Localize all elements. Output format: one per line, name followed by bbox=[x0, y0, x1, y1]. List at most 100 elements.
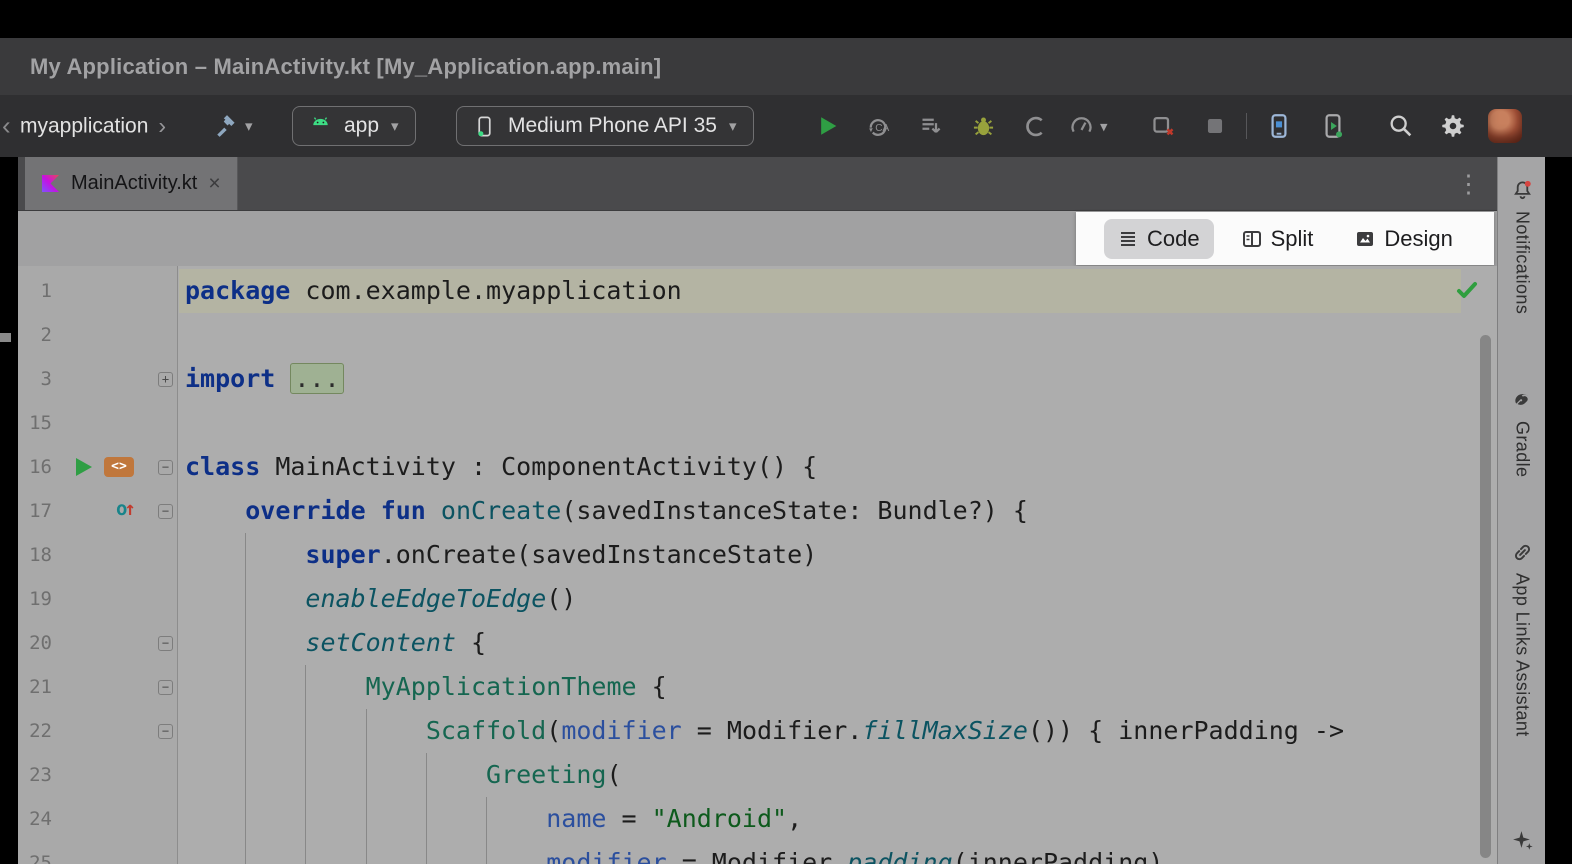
gutter-row[interactable]: 19 bbox=[18, 577, 177, 621]
caret-down-icon: ▾ bbox=[1100, 117, 1108, 135]
caret-down-icon: ▾ bbox=[391, 117, 399, 135]
main-toolbar: ‹ myapplication › ▾ app ▾ bbox=[0, 95, 1572, 157]
kotlin-class-gutter-icon[interactable]: <> bbox=[104, 457, 134, 477]
tab-mainactivity[interactable]: MainActivity.kt × bbox=[25, 157, 238, 210]
gutter-row[interactable]: 16 <> − bbox=[18, 445, 177, 489]
code-line[interactable]: MyApplicationTheme { bbox=[179, 665, 1497, 709]
more-options-icon[interactable]: ⋮ bbox=[1456, 169, 1481, 199]
profiler-button[interactable]: ▾ bbox=[1068, 113, 1108, 140]
code-line[interactable]: override fun onCreate(savedInstanceState… bbox=[179, 489, 1497, 533]
line-number[interactable]: 22 bbox=[18, 709, 52, 753]
running-devices-button[interactable] bbox=[1316, 109, 1350, 143]
gutter-row[interactable]: 2 bbox=[18, 313, 177, 357]
line-number[interactable]: 23 bbox=[18, 753, 52, 797]
line-number[interactable]: 24 bbox=[18, 797, 52, 841]
line-number[interactable]: 25 bbox=[18, 841, 52, 864]
gutter-row[interactable]: 18 bbox=[18, 533, 177, 577]
device-manager-icon bbox=[1265, 112, 1293, 140]
gutter-row[interactable]: 1 bbox=[18, 269, 177, 313]
code-line[interactable]: enableEdgeToEdge() bbox=[179, 577, 1497, 621]
sparkle-icon bbox=[1511, 829, 1534, 852]
line-number[interactable]: 1 bbox=[18, 269, 52, 313]
android-icon bbox=[309, 115, 332, 138]
gutter-row[interactable]: 20 − bbox=[18, 621, 177, 665]
code-editor[interactable]: 123+1516<>−17o↑−181920−21−22−232425 pack… bbox=[18, 266, 1497, 864]
code-line[interactable]: name = "Android", bbox=[179, 797, 1497, 841]
attach-debugger-button[interactable] bbox=[1146, 109, 1180, 143]
caret-down-icon: ▾ bbox=[245, 117, 253, 135]
search-button[interactable] bbox=[1384, 109, 1418, 143]
fold-toggle[interactable]: − bbox=[158, 504, 173, 519]
stop-button[interactable] bbox=[1198, 109, 1232, 143]
gutter-row[interactable]: 25 bbox=[18, 841, 177, 864]
project-breadcrumb[interactable]: myapplication › bbox=[20, 113, 166, 140]
device-manager-button[interactable] bbox=[1262, 109, 1296, 143]
inspections-passed-icon[interactable] bbox=[1455, 278, 1479, 302]
line-number[interactable]: 3 bbox=[18, 357, 52, 401]
run-gutter-icon[interactable] bbox=[76, 458, 92, 476]
gutter-row[interactable]: 24 bbox=[18, 797, 177, 841]
line-number[interactable]: 21 bbox=[18, 665, 52, 709]
notifications-tool-button[interactable]: Notifications bbox=[1498, 179, 1546, 314]
override-gutter-icon[interactable]: o↑ bbox=[116, 495, 136, 523]
code-line[interactable]: Greeting( bbox=[179, 753, 1497, 797]
indent-guide bbox=[486, 797, 487, 864]
gutter-row[interactable]: 22 − bbox=[18, 709, 177, 753]
running-devices-icon bbox=[1319, 112, 1347, 140]
gutter-row[interactable]: 3+ bbox=[18, 357, 177, 401]
project-name: myapplication bbox=[20, 114, 148, 138]
gradle-label: Gradle bbox=[1512, 421, 1533, 477]
line-number[interactable]: 15 bbox=[18, 401, 52, 445]
code-changes-icon bbox=[918, 113, 945, 140]
mode-code-button[interactable]: Code bbox=[1104, 219, 1214, 259]
apply-code-changes-button[interactable] bbox=[914, 109, 948, 143]
settings-button[interactable] bbox=[1436, 109, 1470, 143]
window-left-edge bbox=[0, 157, 18, 864]
fold-toggle[interactable]: − bbox=[158, 680, 173, 695]
chevron-right-icon: › bbox=[158, 113, 166, 140]
splitter-handle[interactable] bbox=[0, 333, 11, 342]
line-number[interactable]: 17 bbox=[18, 489, 52, 533]
apply-changes-button[interactable]: CA bbox=[860, 109, 894, 143]
close-icon[interactable]: × bbox=[208, 172, 220, 196]
run-config-select[interactable]: app ▾ bbox=[292, 106, 416, 146]
profile-c-icon bbox=[1022, 113, 1049, 140]
device-select[interactable]: Medium Phone API 35 ▾ bbox=[456, 106, 754, 146]
mode-split-button[interactable]: Split bbox=[1228, 219, 1328, 259]
line-number[interactable]: 20 bbox=[18, 621, 52, 665]
code-line[interactable]: import ... bbox=[179, 357, 1497, 401]
code-line[interactable]: modifier = Modifier.padding(innerPadding… bbox=[179, 841, 1497, 864]
app-links-tool-button[interactable]: App Links Assistant bbox=[1498, 541, 1546, 737]
line-number[interactable]: 19 bbox=[18, 577, 52, 621]
gutter-row[interactable]: 21 − bbox=[18, 665, 177, 709]
gemini-tool-button[interactable] bbox=[1498, 829, 1546, 852]
code-line[interactable]: setContent { bbox=[179, 621, 1497, 665]
mode-design-button[interactable]: Design bbox=[1341, 219, 1466, 259]
indent-guide bbox=[305, 665, 306, 864]
app-links-icon bbox=[1511, 541, 1534, 564]
fold-toggle[interactable]: + bbox=[158, 372, 173, 387]
code-line[interactable]: package com.example.myapplication bbox=[179, 269, 1461, 313]
gutter-row[interactable]: 23 bbox=[18, 753, 177, 797]
profile-app-button[interactable] bbox=[1018, 109, 1052, 143]
debug-button[interactable] bbox=[966, 109, 1000, 143]
build-variant-button[interactable]: ▾ bbox=[214, 113, 253, 139]
fold-toggle[interactable]: − bbox=[158, 460, 173, 475]
line-number[interactable]: 18 bbox=[18, 533, 52, 577]
fold-toggle[interactable]: − bbox=[158, 724, 173, 739]
code-line[interactable] bbox=[179, 313, 1497, 357]
code-line[interactable]: Scaffold(modifier = Modifier.fillMaxSize… bbox=[179, 709, 1497, 753]
code-line[interactable]: class MainActivity : ComponentActivity()… bbox=[179, 445, 1497, 489]
run-button[interactable] bbox=[810, 109, 844, 143]
gutter-row[interactable]: 15 bbox=[18, 401, 177, 445]
gradle-tool-button[interactable]: Gradle bbox=[1498, 389, 1546, 477]
code-line[interactable] bbox=[179, 401, 1497, 445]
fold-toggle[interactable]: − bbox=[158, 636, 173, 651]
line-number[interactable]: 16 bbox=[18, 445, 52, 489]
code-line[interactable]: super.onCreate(savedInstanceState) bbox=[179, 533, 1497, 577]
editor-scrollbar[interactable] bbox=[1480, 335, 1491, 858]
user-avatar[interactable] bbox=[1488, 109, 1522, 143]
gutter-row[interactable]: 17 o↑ − bbox=[18, 489, 177, 533]
chevron-left-icon[interactable]: ‹ bbox=[2, 111, 11, 142]
line-number[interactable]: 2 bbox=[18, 313, 52, 357]
